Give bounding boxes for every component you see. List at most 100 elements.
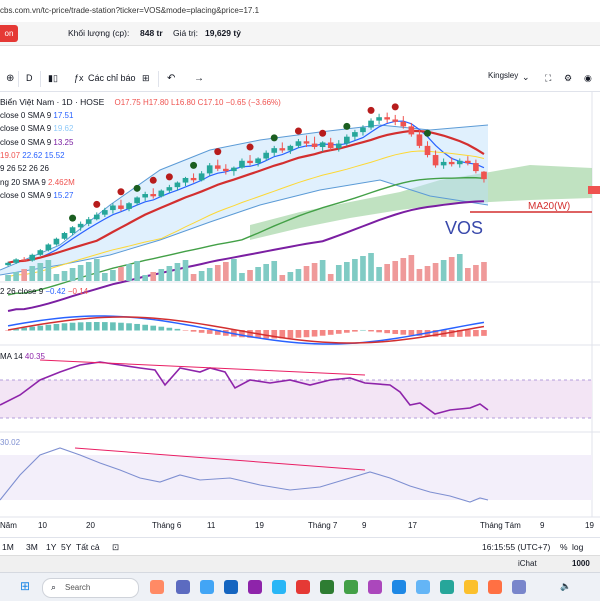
- volume-bar: [384, 264, 390, 281]
- range-all[interactable]: Tất cả: [76, 542, 100, 552]
- volume-bar: [360, 256, 366, 281]
- price-chart[interactable]: VOS MA20(W): [0, 92, 600, 527]
- macd-bar: [473, 330, 479, 337]
- macd-bar: [206, 330, 213, 334]
- candle-body: [61, 233, 68, 239]
- candle-body: [424, 145, 431, 156]
- app-icon[interactable]: [512, 580, 526, 594]
- app-icon[interactable]: [176, 580, 190, 594]
- volume-bar: [239, 273, 245, 281]
- volume-bar: [481, 262, 487, 281]
- signal-marker: [165, 173, 173, 181]
- candle-body: [473, 163, 479, 172]
- app-icon[interactable]: [392, 580, 406, 594]
- volume-icon[interactable]: 🔈: [560, 581, 571, 592]
- volume-bar: [166, 266, 173, 281]
- date-range-icon[interactable]: ⊡: [112, 542, 119, 553]
- chrome-icon[interactable]: [464, 580, 478, 594]
- chat-button[interactable]: iChat: [518, 559, 537, 568]
- app-icon[interactable]: [272, 580, 286, 594]
- x-tick: Tháng 7: [308, 521, 338, 530]
- candle-body: [69, 227, 76, 234]
- search-placeholder: Search: [65, 583, 91, 592]
- candle-type-icon[interactable]: ▮▯: [48, 73, 58, 84]
- range-5y[interactable]: 5Y: [61, 542, 71, 552]
- volume-bar: [158, 269, 165, 281]
- interval-button[interactable]: D: [26, 73, 33, 83]
- app-icon[interactable]: [440, 580, 454, 594]
- app-icon[interactable]: [248, 580, 262, 594]
- signal-marker: [214, 148, 222, 156]
- settings-icon[interactable]: ⚙: [564, 73, 572, 84]
- candle-body: [327, 142, 334, 149]
- macd-bar: [319, 330, 326, 336]
- volume-bar: [110, 270, 116, 281]
- market-info-bar: on Khối lượng (cp): 848 tr Giá trị: 19,6…: [0, 22, 600, 46]
- candle-body: [352, 132, 358, 137]
- user-name[interactable]: Kingsley: [488, 71, 518, 80]
- range-3m[interactable]: 3M: [26, 542, 38, 552]
- range-1y[interactable]: 1Y: [46, 542, 56, 552]
- volume-bar: [376, 267, 382, 281]
- legend-title: Biển Việt Nam · 1D · HOSE O17.75 H17.80 …: [0, 97, 281, 107]
- log-toggle[interactable]: log: [572, 542, 583, 552]
- macd-bar: [344, 330, 350, 333]
- signal-marker: [424, 129, 431, 137]
- taskbar-search[interactable]: ⌕ Search: [42, 578, 139, 598]
- signal-marker: [190, 161, 198, 169]
- candle-body: [118, 205, 124, 209]
- range-1m[interactable]: 1M: [2, 542, 14, 552]
- x-tick: Tháng 6: [152, 521, 182, 530]
- app-icon[interactable]: [296, 580, 310, 594]
- volume-bar: [231, 259, 237, 281]
- app-icon[interactable]: [488, 580, 502, 594]
- macd-bar: [448, 330, 455, 337]
- taskbar: ⊞ ⌕ Search 🔈: [0, 572, 600, 601]
- app-icon[interactable]: [200, 580, 214, 594]
- macd-bar: [384, 330, 390, 334]
- candle-body: [456, 160, 463, 165]
- macd-bar: [166, 327, 173, 331]
- app-icon[interactable]: [344, 580, 358, 594]
- volume-bar: [5, 275, 11, 281]
- legend-macd: 2 26 close 9 −0.42 −0.14: [0, 287, 89, 296]
- volume-bar: [247, 270, 253, 281]
- legend-sma2: close 0 SMA 9 19.62: [0, 124, 74, 133]
- app-icon[interactable]: [150, 580, 164, 594]
- volume-bar: [456, 254, 463, 281]
- ticker-annotation: VOS: [445, 218, 483, 238]
- rsi-divergence: [39, 359, 366, 376]
- add-symbol-icon[interactable]: ⊕: [6, 73, 14, 84]
- volume-bar: [69, 268, 76, 281]
- undo-icon[interactable]: ↶: [167, 73, 175, 84]
- windows-start-icon[interactable]: ⊞: [20, 579, 30, 593]
- volume-bar: [327, 274, 334, 281]
- market-badge[interactable]: on: [0, 25, 18, 42]
- volume-bar: [174, 263, 181, 281]
- app-icon[interactable]: [320, 580, 334, 594]
- indicators-button[interactable]: Các chỉ báo: [88, 73, 136, 83]
- screenshot-icon[interactable]: ◉: [584, 73, 592, 84]
- volume-bar: [352, 259, 358, 281]
- app-icon[interactable]: [224, 580, 238, 594]
- url-text[interactable]: cbs.com.vn/tc-price/trade-station?ticker…: [0, 6, 259, 15]
- macd-bar: [45, 324, 52, 331]
- app-icon[interactable]: [368, 580, 382, 594]
- fullscreen-icon[interactable]: ⛶: [545, 73, 551, 84]
- indicators-icon[interactable]: ƒx: [74, 73, 84, 83]
- volume-bar: [432, 263, 439, 281]
- browser-url-bar[interactable]: cbs.com.vn/tc-price/trade-station?ticker…: [0, 0, 600, 23]
- macd-bar: [69, 322, 76, 331]
- redo-icon[interactable]: →: [194, 73, 204, 84]
- signal-marker: [117, 188, 125, 196]
- macd-bar: [368, 330, 374, 332]
- volume-bar: [223, 262, 229, 281]
- chevron-down-icon[interactable]: ⌄: [522, 72, 530, 83]
- layout-icon[interactable]: ⊞: [142, 73, 150, 84]
- percent-toggle[interactable]: %: [560, 542, 568, 552]
- candle-body: [5, 262, 11, 266]
- x-tick: 10: [38, 521, 47, 530]
- app-icon[interactable]: [416, 580, 430, 594]
- signal-marker: [294, 127, 302, 135]
- macd-bar: [158, 326, 165, 331]
